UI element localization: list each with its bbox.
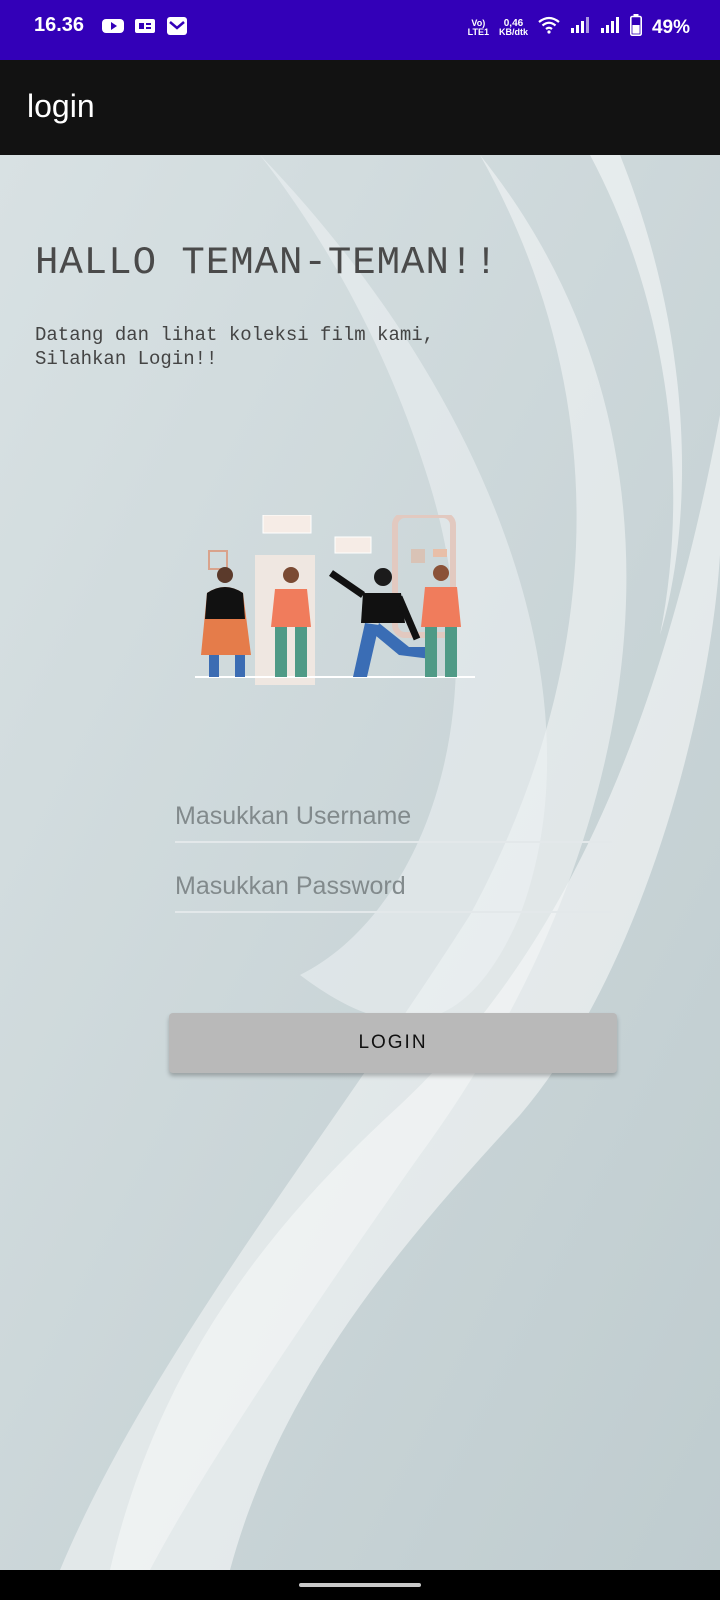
password-field[interactable] <box>175 865 612 913</box>
subtext-line: Datang dan lihat koleksi film kami, <box>35 324 435 346</box>
signal-icon <box>570 16 590 39</box>
signal-icon <box>600 16 620 39</box>
password-input[interactable] <box>175 865 612 907</box>
battery-icon <box>629 14 642 41</box>
notification-icons <box>102 17 188 35</box>
login-button[interactable]: LOGIN <box>169 1013 617 1073</box>
status-time: 16.36 <box>34 14 85 36</box>
mail-icon <box>166 17 188 35</box>
username-input[interactable] <box>175 795 612 837</box>
wifi-icon <box>538 16 560 39</box>
system-icons: Vo) LTE1 0,46 KB/dtk 49% <box>468 14 690 41</box>
subtext-line: Silahkan Login!! <box>35 348 218 370</box>
login-screen: HALLO TEMAN-TEMAN!! Datang dan lihat kol… <box>0 155 720 1570</box>
home-gesture-handle[interactable] <box>299 1583 421 1587</box>
people-illustration <box>195 515 475 685</box>
navigation-bar <box>0 1570 720 1600</box>
ge-icon <box>134 17 156 35</box>
welcome-subtext: Datang dan lihat koleksi film kami, Sila… <box>35 323 434 371</box>
app-bar: login <box>0 60 720 155</box>
username-field[interactable] <box>175 795 612 843</box>
status-bar: 16.36 Vo) LTE1 0,46 KB/dtk 49% <box>0 0 720 60</box>
volte-indicator: Vo) LTE1 <box>467 17 489 37</box>
battery-percentage: 49% <box>651 16 690 38</box>
network-speed: 0,46 KB/dtk <box>498 17 528 37</box>
youtube-icon <box>102 17 124 35</box>
welcome-heading: HALLO TEMAN-TEMAN!! <box>35 241 499 285</box>
page-title: login <box>27 88 95 124</box>
